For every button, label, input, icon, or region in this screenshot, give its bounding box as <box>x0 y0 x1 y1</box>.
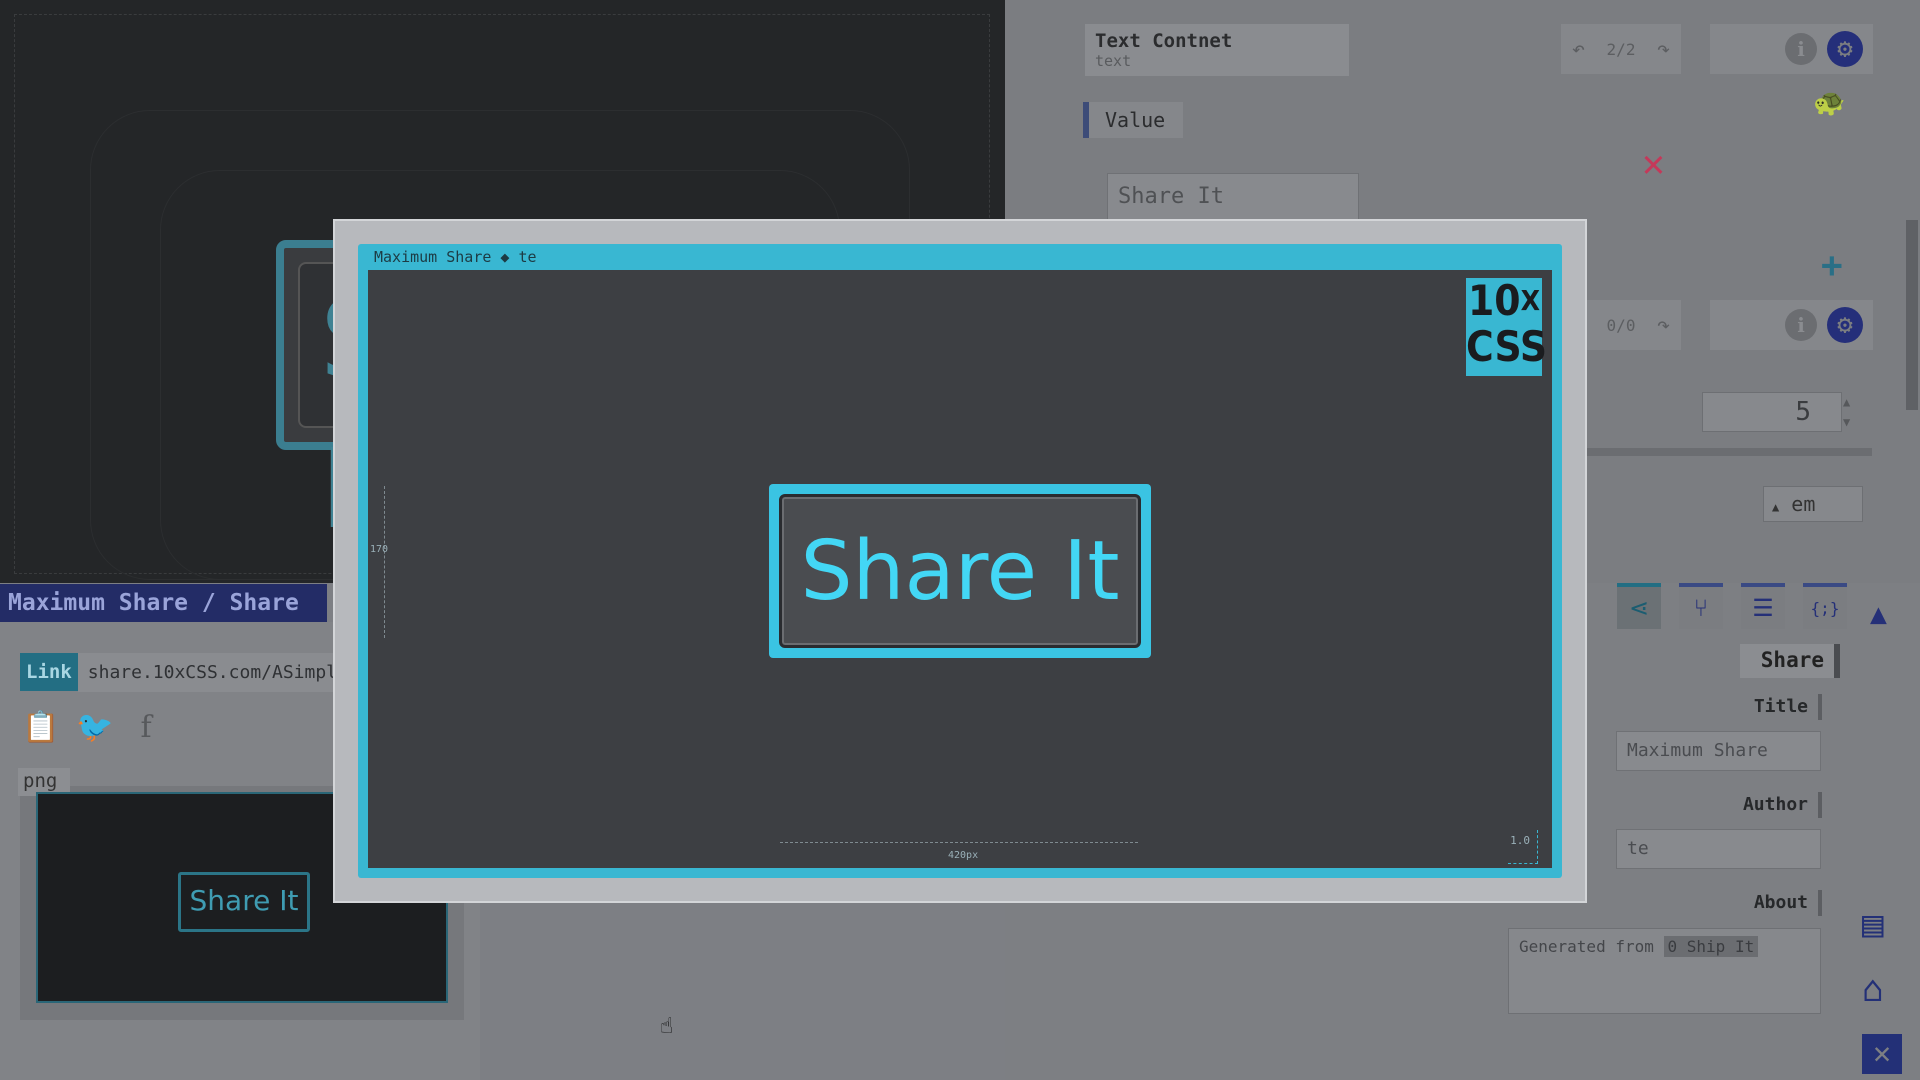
scale-label: 1.0 <box>1510 834 1530 847</box>
share-form-header: Share <box>1740 644 1840 678</box>
share-it-button-text: Share It <box>779 494 1141 648</box>
divider-slider <box>1585 448 1872 456</box>
preview-stage: 10X CSS 170 Share It 420px 1.0 <box>368 270 1552 868</box>
turtle-icon[interactable]: 🐢 <box>1813 88 1865 118</box>
add-icon[interactable]: + <box>1821 245 1843 286</box>
preview-header: Maximum Share ◆ te <box>374 248 537 266</box>
gear-icon[interactable]: ⚙ <box>1827 31 1863 67</box>
about-chip: 0 Ship It <box>1663 936 1759 957</box>
about-prefix: Generated from <box>1519 937 1654 956</box>
chip-icon: 0 <box>1667 937 1678 956</box>
height-dimension-label: 170 <box>370 544 389 555</box>
tree-tab-icon[interactable]: ⑂ <box>1679 583 1723 629</box>
hand-cursor-icon: ☝ <box>660 1014 674 1039</box>
code-tab-icon[interactable]: {;} <box>1803 583 1847 629</box>
link-badge: Link <box>20 653 78 691</box>
twitter-icon[interactable]: 🐦 <box>76 710 113 745</box>
tab-title: Text Contnet <box>1095 30 1233 52</box>
tab-subtitle: text <box>1095 52 1132 70</box>
share-tab-icon[interactable]: ⋖ <box>1617 583 1661 629</box>
settings-controls: i ⚙ <box>1710 24 1873 74</box>
title-label: Title <box>1754 694 1822 720</box>
height-dimension-line <box>384 486 390 638</box>
share-it-button[interactable]: Share It <box>769 484 1151 658</box>
share-icons: 📋 🐦 f <box>22 710 162 745</box>
redo-icon[interactable]: ↷ <box>1657 37 1670 62</box>
layers-icon[interactable]: ▤ <box>1862 904 1902 945</box>
settings-controls-2: i ⚙ <box>1710 300 1873 350</box>
side-icons: ▤ ⌂ ✕ <box>1862 904 1902 1074</box>
title-input[interactable]: Maximum Share <box>1616 731 1821 771</box>
preview-frame: Maximum Share ◆ te 10X CSS 170 Share It … <box>358 244 1562 878</box>
close-icon[interactable]: ✕ <box>1642 144 1676 182</box>
number-input[interactable]: 5 <box>1702 392 1842 432</box>
share-link-row: Link share.10xCSS.com/ASimpleB <box>20 651 378 693</box>
thumbnail-button: Share It <box>178 872 310 932</box>
facebook-icon[interactable]: f <box>130 710 162 745</box>
history-counter: 2/2 <box>1606 39 1636 59</box>
width-dimension-label: 420px <box>948 850 979 861</box>
value-input[interactable]: Share It <box>1107 173 1359 223</box>
text-content-tab[interactable]: Text Contnet text <box>1085 24 1349 76</box>
arrow-up-icon[interactable]: ▲ <box>1870 597 1887 630</box>
info-icon[interactable]: i <box>1785 309 1817 341</box>
about-label: About <box>1754 890 1822 916</box>
about-textarea[interactable]: Generated from 0 Ship It <box>1508 928 1821 1014</box>
gear-icon[interactable]: ⚙ <box>1827 307 1863 343</box>
clipboard-icon[interactable]: 📋 <box>22 710 59 745</box>
undo-icon[interactable]: ↶ <box>1572 37 1585 62</box>
home-icon[interactable]: ⌂ <box>1862 969 1902 1010</box>
author-label: Author <box>1743 792 1822 818</box>
width-dimension-line <box>780 842 1138 848</box>
panel-tabs: ⋖ ⑂ ☰ {;} <box>1617 583 1847 629</box>
unit-select[interactable]: ▲ em <box>1763 486 1863 522</box>
triangle-up-icon: ▲ <box>1772 500 1780 514</box>
history-counter-2: 0/0 <box>1606 315 1636 335</box>
info-icon[interactable]: i <box>1785 33 1817 65</box>
share-panel-title: Maximum Share / Share <box>0 584 327 622</box>
10xcss-logo: 10X CSS <box>1466 278 1547 376</box>
history-controls: ↶ 2/2 ↷ <box>1561 24 1681 74</box>
editor-scrollbar[interactable] <box>1906 220 1918 410</box>
author-input[interactable]: te <box>1616 829 1821 869</box>
sliders-tab-icon[interactable]: ☰ <box>1741 583 1785 629</box>
value-label: Value <box>1083 102 1183 138</box>
unit-value: em <box>1791 492 1816 516</box>
number-stepper[interactable]: ▲ ▼ <box>1843 392 1861 432</box>
chip-label: Ship It <box>1686 937 1755 956</box>
close-panel-icon[interactable]: ✕ <box>1862 1034 1902 1074</box>
redo-icon[interactable]: ↷ <box>1657 313 1670 338</box>
